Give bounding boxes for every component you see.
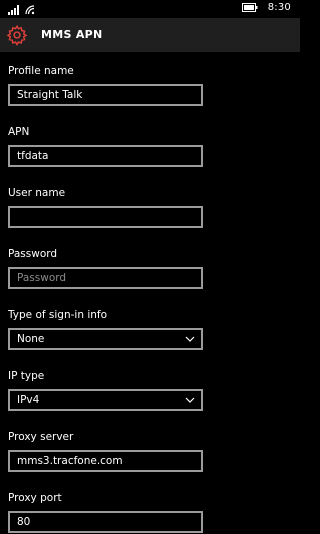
input-value: tfdata — [17, 150, 49, 162]
app-header: MMS APN — [0, 18, 300, 52]
input-value: mms3.tracfone.com — [17, 455, 123, 467]
proxy-port-input[interactable]: 80 — [8, 511, 203, 533]
field-label: Type of sign-in info — [8, 309, 108, 321]
battery-icon — [241, 3, 258, 12]
gear-icon — [6, 24, 28, 46]
user-name-input[interactable] — [8, 206, 203, 228]
input-placeholder: Password — [17, 272, 67, 284]
field-label: IP type — [8, 370, 45, 382]
ip-type-select[interactable]: IPv4 — [8, 389, 203, 411]
sign-in-type-select[interactable]: None — [8, 328, 203, 350]
signal-strength-icon — [8, 5, 19, 15]
field-label: Proxy server — [8, 431, 74, 443]
status-right: 8:30 — [241, 2, 291, 13]
wifi-icon — [25, 5, 35, 15]
proxy-server-input[interactable]: mms3.tracfone.com — [8, 450, 203, 472]
select-value: None — [17, 333, 45, 345]
select-value: IPv4 — [17, 394, 40, 406]
field-label: Profile name — [8, 65, 74, 77]
status-bar: 8:30 — [0, 0, 300, 18]
field-label: Password — [8, 248, 58, 260]
password-input[interactable]: Password — [8, 267, 203, 289]
field-label: Proxy port — [8, 492, 62, 504]
apn-input[interactable]: tfdata — [8, 145, 203, 167]
chevron-down-icon — [185, 336, 195, 342]
chevron-down-icon — [185, 397, 195, 403]
status-left — [8, 3, 35, 15]
profile-name-input[interactable]: Straight Talk — [8, 84, 203, 106]
input-value: Straight Talk — [17, 89, 83, 101]
field-label: APN — [8, 126, 30, 138]
page-title: MMS APN — [41, 28, 103, 41]
field-label: User name — [8, 187, 66, 199]
input-value: 80 — [17, 516, 31, 528]
status-time: 8:30 — [267, 2, 291, 13]
